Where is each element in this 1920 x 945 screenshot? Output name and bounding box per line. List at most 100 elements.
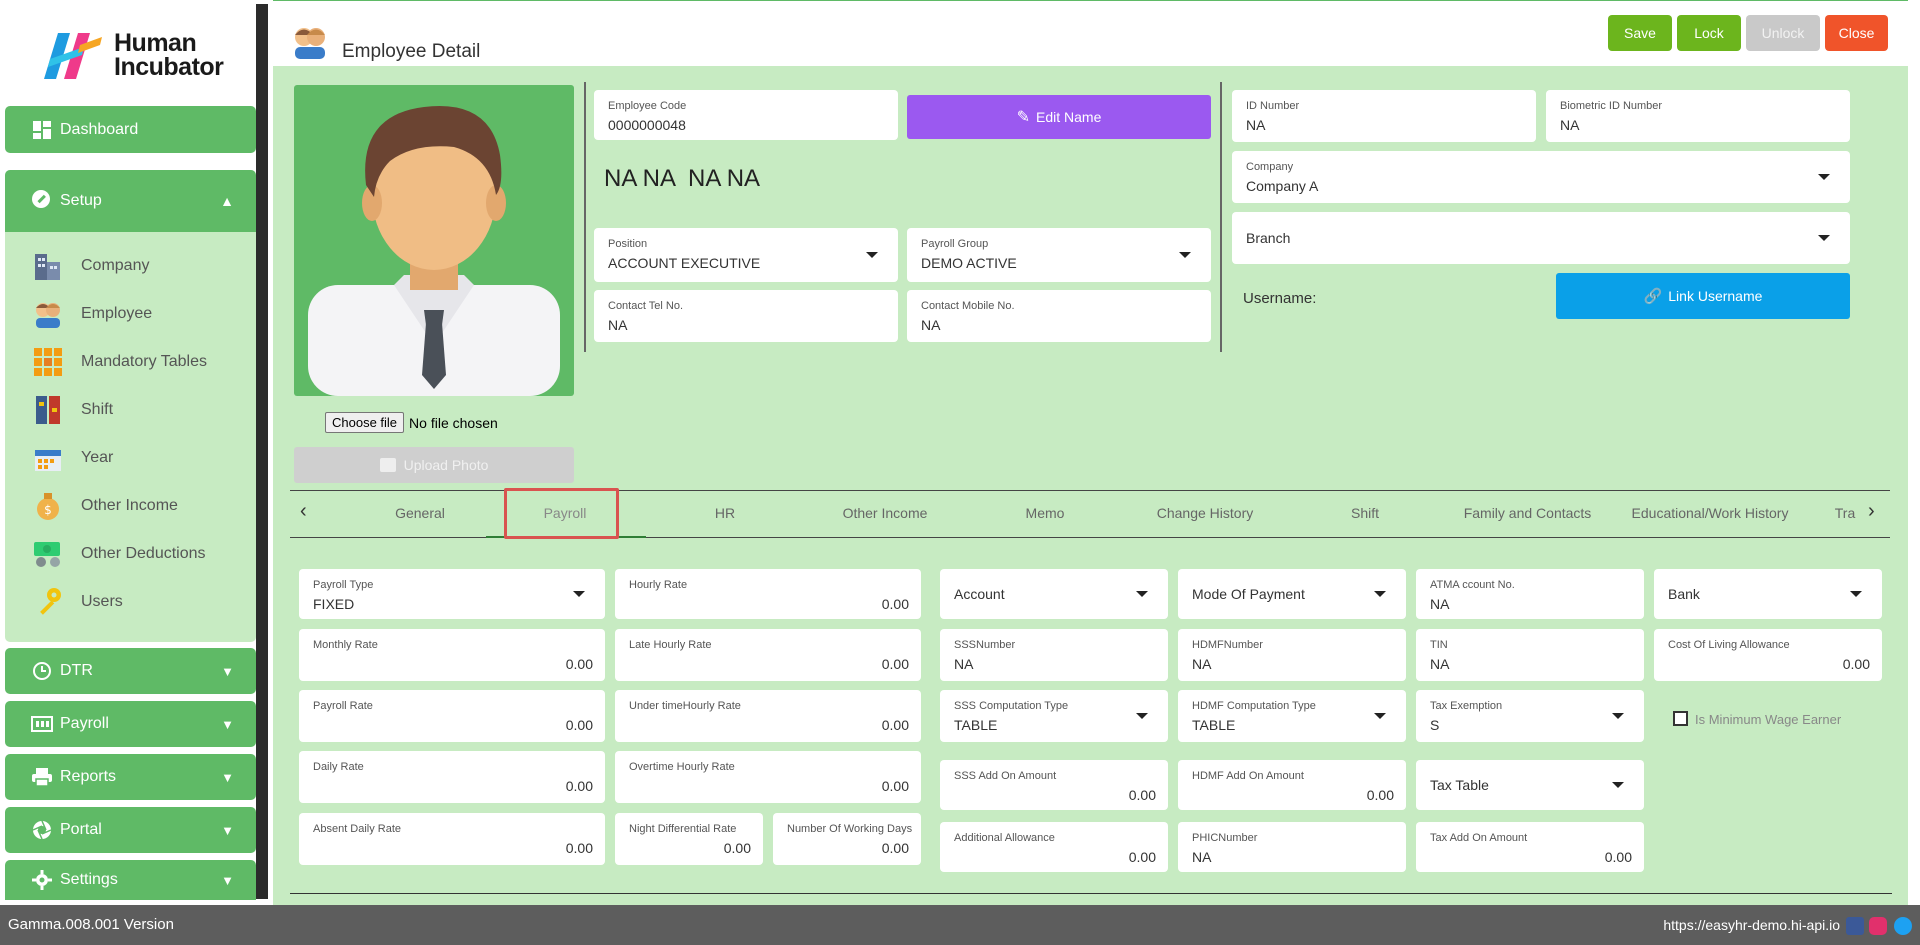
hdmf-add-on-field[interactable]: HDMF Add On Amount 0.00 (1178, 760, 1406, 810)
contact-mobile-field[interactable]: Contact Mobile No. NA (907, 290, 1211, 342)
tab-other-income[interactable]: Other Income (825, 505, 945, 521)
sidebar-scrollbar[interactable] (256, 4, 268, 899)
tin-field[interactable]: TIN NA (1416, 629, 1644, 681)
pencil-icon: ✎ (1016, 109, 1031, 126)
sidebar-item-other-income[interactable]: $ Other Income (5, 486, 256, 526)
branch-select[interactable]: Branch (1232, 212, 1850, 264)
shift-icon (32, 394, 64, 426)
tab-educational-work-history[interactable]: Educational/Work History (1625, 505, 1795, 521)
daily-rate-field[interactable]: Daily Rate 0.00 (299, 751, 605, 803)
tax-table-select[interactable]: Tax Table (1416, 760, 1644, 810)
choose-file-button[interactable]: Choose file (325, 412, 405, 433)
payroll-type-select[interactable]: Payroll Type FIXED (299, 569, 605, 619)
brand-logo[interactable]: Human Incubator (36, 26, 236, 84)
money-bag-icon: $ (32, 490, 64, 522)
payroll-group-select[interactable]: Payroll Group DEMO ACTIVE (907, 228, 1211, 282)
employee-full-name: NA NA NA NA (604, 165, 761, 192)
lock-button[interactable]: Lock (1677, 15, 1741, 51)
account-select[interactable]: Account (940, 569, 1168, 619)
file-chooser[interactable]: Choose file No file chosen (325, 412, 498, 433)
tab-change-history[interactable]: Change History (1140, 505, 1270, 521)
sidebar-item-setup[interactable]: Setup ▲ (5, 170, 256, 232)
divider (584, 82, 586, 352)
chevron-down-icon: ▼ (221, 716, 234, 732)
sidebar-item-mandatory-tables[interactable]: Mandatory Tables (5, 342, 256, 382)
additional-allowance-field[interactable]: Additional Allowance 0.00 (940, 822, 1168, 872)
tab-general[interactable]: General (370, 505, 470, 521)
payroll-rate-field[interactable]: Payroll Rate 0.00 (299, 690, 605, 742)
hdmf-number-field[interactable]: HDMFNumber NA (1178, 629, 1406, 681)
company-select[interactable]: Company Company A (1232, 151, 1850, 203)
undertime-hourly-rate-field[interactable]: Under timeHourly Rate 0.00 (615, 690, 921, 742)
sidebar-item-label: Dashboard (60, 120, 139, 138)
tab-shift[interactable]: Shift (1315, 505, 1415, 521)
active-tab-highlight (504, 488, 619, 539)
cola-field[interactable]: Cost Of Living Allowance 0.00 (1654, 629, 1882, 681)
facebook-icon[interactable] (1846, 917, 1864, 935)
link-icon: 🔗 (1643, 288, 1663, 305)
sss-add-on-field[interactable]: SSS Add On Amount 0.00 (940, 760, 1168, 810)
brand-line1: Human (114, 29, 197, 57)
sidebar-item-users[interactable]: Users (5, 582, 256, 622)
right-scroll-area (1908, 0, 1920, 905)
aperture-icon (31, 819, 53, 841)
minimum-wage-checkbox[interactable] (1673, 711, 1688, 726)
sidebar-item-portal[interactable]: Portal ▼ (5, 807, 256, 853)
bank-select[interactable]: Bank (1654, 569, 1882, 619)
sidebar-item-employee[interactable]: Employee (5, 294, 256, 334)
page-title: Employee Detail (342, 41, 481, 62)
mode-of-payment-select[interactable]: Mode Of Payment (1178, 569, 1406, 619)
caret-down-icon (866, 252, 878, 258)
caret-down-icon (573, 591, 585, 597)
sidebar-item-payroll[interactable]: Payroll ▼ (5, 701, 256, 747)
contact-tel-field[interactable]: Contact Tel No. NA (594, 290, 898, 342)
id-number-field[interactable]: ID Number NA (1232, 90, 1536, 142)
atm-account-field[interactable]: ATMA ccount No. NA (1416, 569, 1644, 619)
tab-memo[interactable]: Memo (995, 505, 1095, 521)
tax-exemption-select[interactable]: Tax Exemption S (1416, 690, 1644, 742)
tab-scroll-left[interactable]: ‹ (300, 500, 307, 523)
tax-add-on-field[interactable]: Tax Add On Amount 0.00 (1416, 822, 1644, 872)
sidebar-item-company[interactable]: Company (5, 246, 256, 286)
sidebar-item-year[interactable]: Year (5, 438, 256, 478)
sidebar-item-dashboard[interactable]: Dashboard (5, 106, 256, 153)
phic-number-field[interactable]: PHICNumber NA (1178, 822, 1406, 872)
employees-icon (32, 298, 64, 330)
sidebar-item-other-deductions[interactable]: Other Deductions (5, 534, 256, 574)
site-url[interactable]: https://easyhr-demo.hi-api.io (1663, 917, 1840, 933)
tab-scroll-right[interactable]: › (1868, 500, 1875, 523)
working-days-field[interactable]: Number Of Working Days 0.00 (773, 813, 921, 865)
unlock-button[interactable]: Unlock (1746, 15, 1820, 51)
sss-computation-select[interactable]: SSS Computation Type TABLE (940, 690, 1168, 742)
hourly-rate-field[interactable]: Hourly Rate 0.00 (615, 569, 921, 619)
brand-line2: Incubator (114, 53, 224, 81)
link-username-button[interactable]: 🔗 Link Username (1556, 273, 1850, 319)
overtime-hourly-rate-field[interactable]: Overtime Hourly Rate 0.00 (615, 751, 921, 803)
employee-code-field[interactable]: Employee Code 0000000048 (594, 90, 898, 140)
position-select[interactable]: Position ACCOUNT EXECUTIVE (594, 228, 898, 282)
sidebar-item-settings[interactable]: Settings ▼ (5, 860, 256, 900)
biometric-id-field[interactable]: Biometric ID Number NA (1546, 90, 1850, 142)
edit-name-button[interactable]: ✎ Edit Name (907, 95, 1211, 139)
late-hourly-rate-field[interactable]: Late Hourly Rate 0.00 (615, 629, 921, 681)
hdmf-computation-select[interactable]: HDMF Computation Type TABLE (1178, 690, 1406, 742)
monthly-rate-field[interactable]: Monthly Rate 0.00 (299, 629, 605, 681)
sss-number-field[interactable]: SSSNumber NA (940, 629, 1168, 681)
upload-photo-button[interactable]: Upload Photo (294, 447, 574, 483)
sidebar-item-dtr[interactable]: DTR ▼ (5, 648, 256, 694)
twitter-icon[interactable] (1894, 917, 1912, 935)
tab-training[interactable]: Tra (1830, 505, 1860, 521)
chevron-down-icon: ▼ (221, 663, 234, 679)
close-button[interactable]: Close (1825, 15, 1888, 51)
gear-icon (31, 869, 53, 891)
sidebar-item-shift[interactable]: Shift (5, 390, 256, 430)
caret-down-icon (1612, 782, 1624, 788)
night-differential-rate-field[interactable]: Night Differential Rate 0.00 (615, 813, 763, 865)
tab-hr[interactable]: HR (675, 505, 775, 521)
absent-daily-rate-field[interactable]: Absent Daily Rate 0.00 (299, 813, 605, 865)
save-button[interactable]: Save (1608, 15, 1672, 51)
sidebar-item-reports[interactable]: Reports ▼ (5, 754, 256, 800)
instagram-icon[interactable] (1869, 917, 1887, 935)
tab-family-contacts[interactable]: Family and Contacts (1450, 505, 1605, 521)
caret-down-icon (1374, 591, 1386, 597)
